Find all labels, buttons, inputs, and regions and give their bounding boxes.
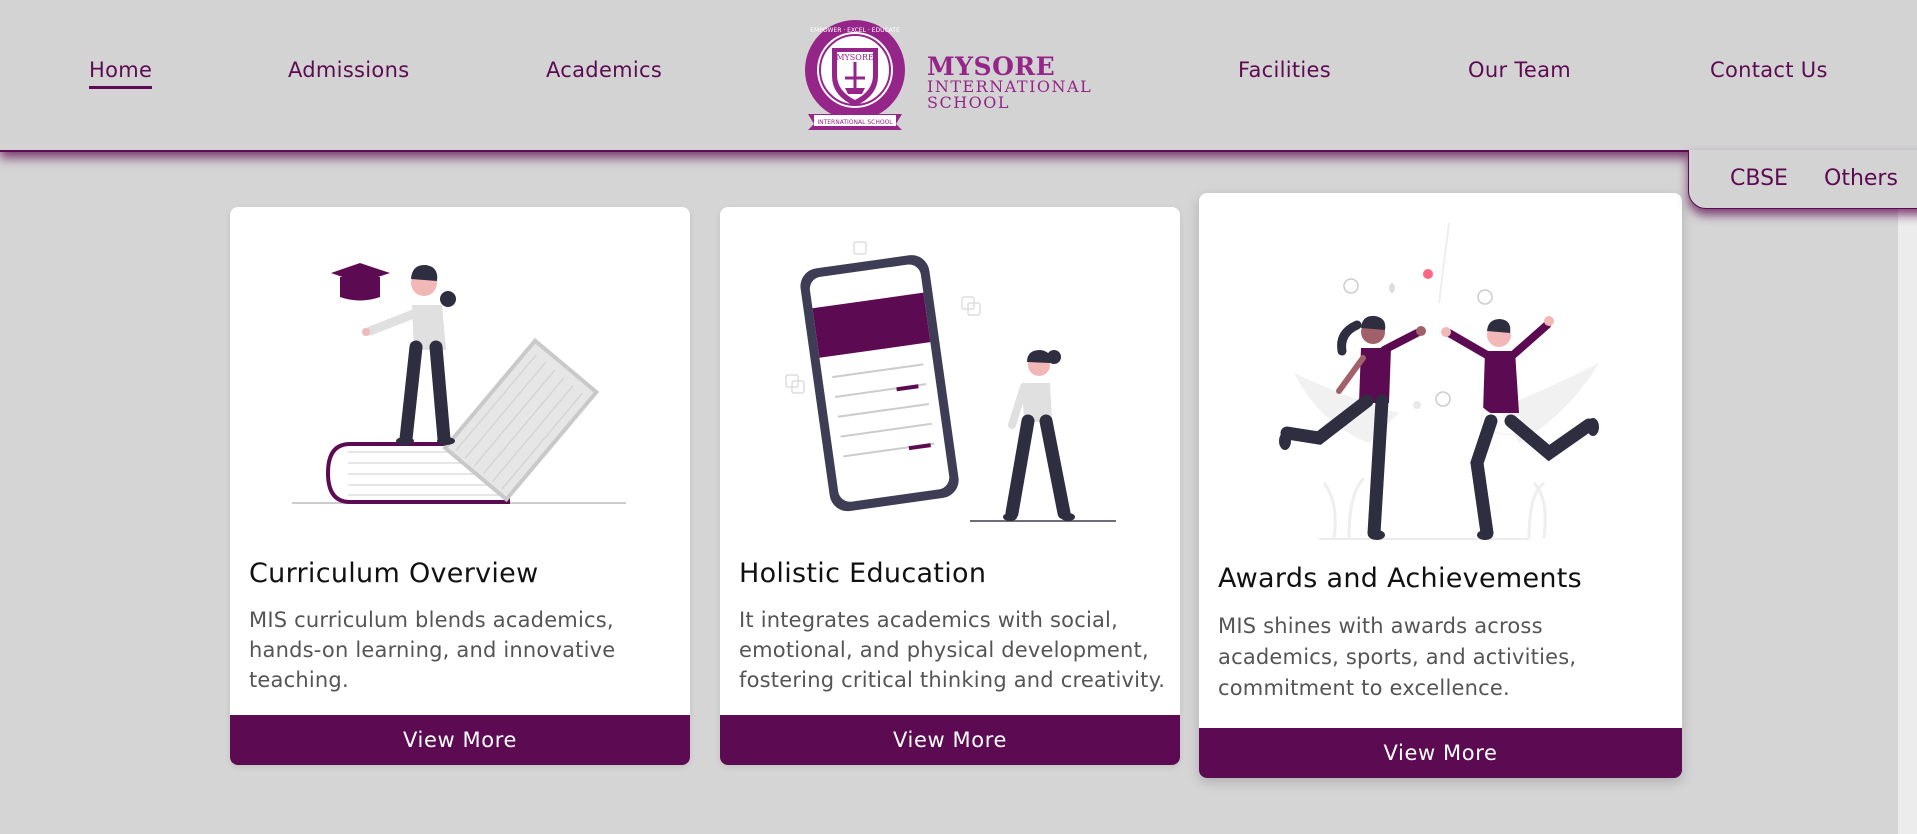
view-more-button[interactable]: View More [720, 715, 1180, 765]
nav-academics[interactable]: Academics [546, 58, 662, 82]
dropdown-item-others[interactable]: Others [1824, 166, 1898, 191]
card-title: Curriculum Overview [249, 558, 539, 589]
dropdown-item-cbse[interactable]: CBSE [1730, 166, 1788, 191]
school-logo[interactable]: MYSORE INTERNATIONAL SCHOOL EMPOWER · EX… [800, 18, 1100, 130]
nav-admissions[interactable]: Admissions [288, 58, 409, 82]
nav-facilities[interactable]: Facilities [1238, 58, 1331, 82]
navbar: Home Admissions Academics MYSORE INTERNA… [0, 0, 1917, 152]
nav-contact-us[interactable]: Contact Us [1710, 58, 1828, 82]
card-title: Holistic Education [739, 558, 987, 589]
card-awards: Awards and Achievements MIS shines with … [1199, 193, 1682, 778]
view-more-button[interactable]: View More [1199, 728, 1682, 778]
academics-dropdown: CBSE Others [1688, 150, 1917, 209]
card-curriculum: Curriculum Overview MIS curriculum blend… [230, 207, 690, 765]
awards-illustration [1279, 222, 1599, 540]
card-description: MIS curriculum blends academics, hands-o… [249, 608, 616, 692]
card-title: Awards and Achievements [1218, 563, 1583, 594]
logo-line-3: SCHOOL [927, 93, 1011, 112]
svg-text:EMPOWER · EXCEL · EDUCATE: EMPOWER · EXCEL · EDUCATE [810, 27, 900, 34]
holistic-illustration [785, 241, 1116, 522]
nav-our-team[interactable]: Our Team [1468, 58, 1571, 82]
card-holistic: Holistic Education It integrates academi… [720, 207, 1180, 765]
svg-text:INTERNATIONAL SCHOOL: INTERNATIONAL SCHOOL [817, 119, 893, 126]
view-more-button[interactable]: View More [230, 715, 690, 765]
logo-wordmark: MYSORE INTERNATIONAL SCHOOL [927, 52, 1092, 112]
school-emblem-icon: MYSORE INTERNATIONAL SCHOOL EMPOWER · EX… [805, 20, 905, 130]
nav-home[interactable]: Home [89, 58, 153, 89]
curriculum-illustration [292, 263, 626, 504]
logo-line-1: MYSORE [927, 52, 1056, 81]
card-description: MIS shines with awards across academics,… [1218, 614, 1577, 700]
scroll-track[interactable] [1898, 208, 1917, 834]
card-description: It integrates academics with social, emo… [739, 608, 1166, 692]
svg-text:MYSORE: MYSORE [836, 53, 874, 62]
